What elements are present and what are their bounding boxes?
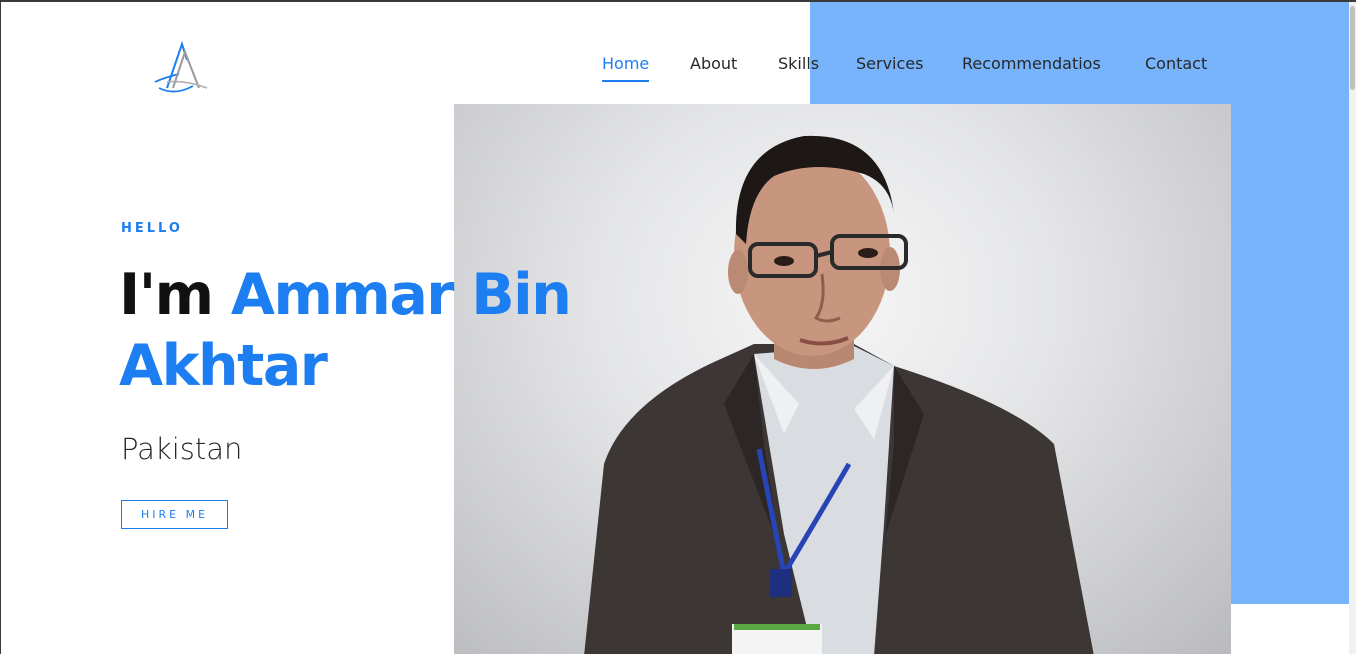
hire-me-button[interactable]: HIRE ME [121,500,228,529]
hero-greeting: HELLO [121,221,183,236]
scrollbar-thumb[interactable] [1350,6,1355,90]
hero-location: Pakistan [121,432,243,466]
hero-name-line2: Akhtar [119,333,328,399]
nav-home[interactable]: Home [602,54,650,84]
nav-skills[interactable]: Skills [778,54,819,84]
nav-contact[interactable]: Contact [1145,54,1207,84]
hero-title: I'm Ammar Bin Akhtar [119,260,639,402]
nav-services[interactable]: Services [856,54,923,84]
hero-name-line1: Ammar Bin [230,262,572,328]
nav-recommendations[interactable]: Recommendatios [962,54,1101,84]
nav-about[interactable]: About [690,54,737,84]
main-nav: Home About Skills Services Recommendatio… [1,54,1356,84]
hero-intro: I'm [119,262,214,328]
portfolio-page: Home About Skills Services Recommendatio… [0,0,1356,654]
page-scrollbar[interactable] [1349,2,1356,654]
